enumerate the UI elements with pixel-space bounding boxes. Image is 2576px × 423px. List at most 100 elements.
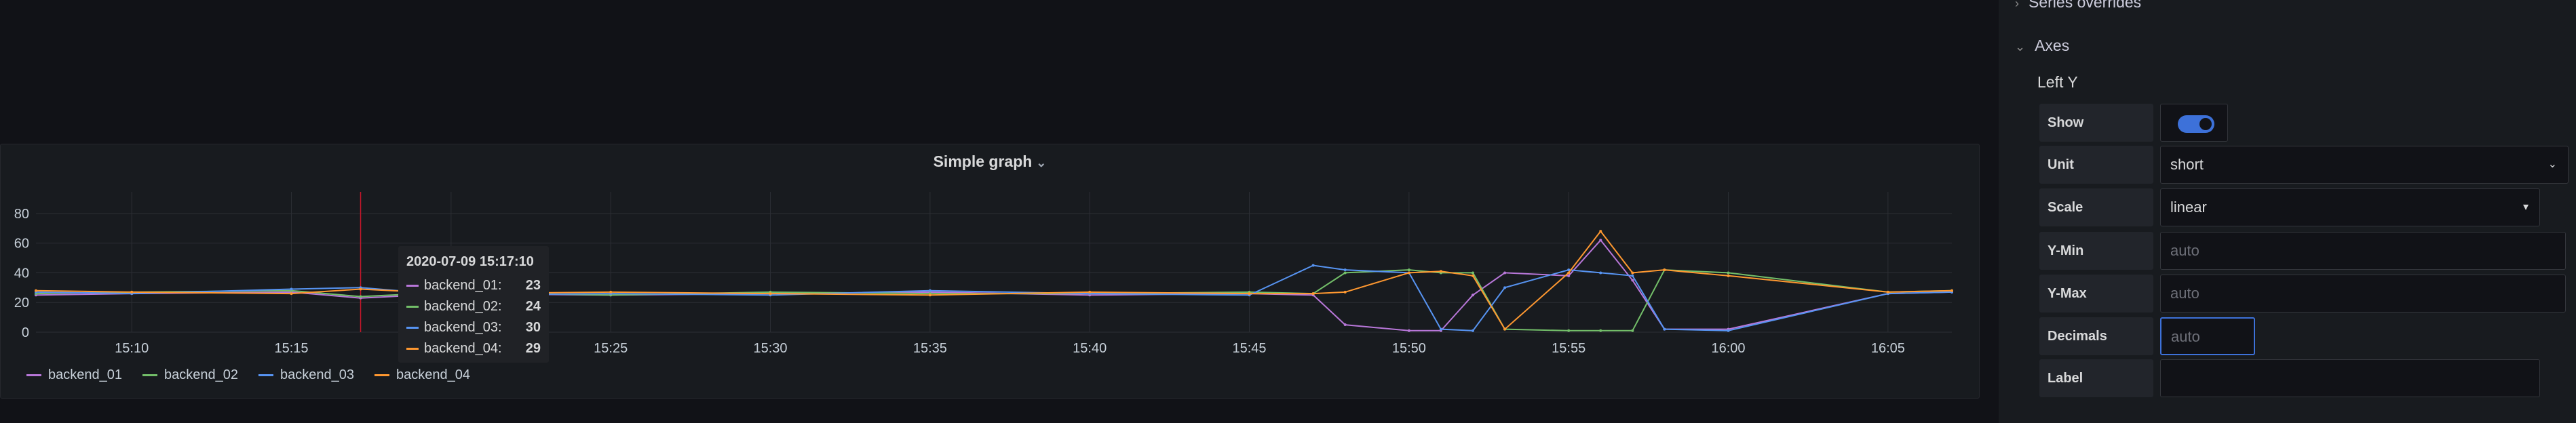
tooltip-time: 2020-07-09 15:17:10 [406,254,534,269]
data-point [1631,274,1634,277]
data-point [1472,329,1474,332]
series-swatch [406,285,419,287]
ymax-input[interactable]: auto [2160,275,2566,313]
show-toggle[interactable] [2178,115,2214,133]
tooltip-row: backend_03: 30 [406,317,541,338]
tooltip-series-value: 29 [525,341,541,356]
legend-item-backend-01[interactable]: backend_01 [26,367,122,383]
panel-title-text[interactable]: Simple graph [934,153,1033,170]
data-point [130,290,134,294]
data-point [928,294,931,297]
x-tick-label: 15:50 [1392,341,1426,356]
graph-legend: backend_01 backend_02 backend_03 backend… [26,367,470,383]
series-swatch [406,348,419,350]
data-point [1439,327,1442,331]
section-title[interactable]: Axes [2035,37,2069,54]
graph-panel: 02040608015:1015:1515:2015:2515:3015:351… [0,144,1980,399]
data-point [1343,290,1347,294]
tooltip-row: backend_02: 24 [406,296,541,317]
legend-label[interactable]: backend_01 [48,367,122,383]
panel-title[interactable]: Simple graph ⌄ [1,153,1979,171]
options-pane: › Series overrides ⌄ Axes Left Y Show Unit… [1999,0,2576,423]
data-point [1599,271,1602,275]
data-point [1311,292,1315,296]
x-tick-label: 15:35 [913,341,947,356]
chevron-down-icon: ⌄ [2548,159,2557,170]
legend-label[interactable]: backend_04 [396,367,470,383]
data-point [1663,327,1666,331]
data-point [290,287,293,291]
data-point [1472,294,1474,297]
label-input[interactable] [2160,359,2540,397]
tooltip-series-name: backend_01: [424,278,502,293]
series-line-backend_04 [35,230,1953,331]
data-point [609,290,613,294]
data-point [290,292,293,296]
legend-item-backend-02[interactable]: backend_02 [142,367,238,383]
scale-label: Scale [2039,188,2153,226]
x-tick-label: 16:05 [1871,341,1905,356]
tooltip-series-value: 23 [525,278,541,293]
x-tick-label: 15:45 [1233,341,1267,356]
data-point [1599,239,1602,242]
chevron-down-icon[interactable]: ⌄ [1036,156,1046,169]
y-tick-label: 0 [22,325,29,340]
unit-select[interactable]: short ⌄ [2160,146,2569,184]
x-tick-label: 15:55 [1552,341,1585,356]
data-point [1439,270,1442,273]
data-point [1407,271,1410,275]
y-tick-label: 60 [14,237,29,251]
x-tick-label: 15:40 [1073,341,1107,356]
data-point [1567,271,1571,275]
data-point [1472,274,1474,277]
legend-item-backend-03[interactable]: backend_03 [258,367,354,383]
legend-label[interactable]: backend_02 [164,367,238,383]
chevron-right-icon[interactable]: › [2015,0,2019,10]
caret-down-icon: ▾ [2522,201,2529,213]
legend-label[interactable]: backend_03 [280,367,354,383]
data-point [1407,329,1410,332]
legend-swatch [374,374,389,376]
tooltip-series-value: 24 [525,299,541,314]
data-point [1599,230,1602,233]
y-tick-label: 20 [14,296,29,310]
data-point [1886,290,1889,294]
axes-section[interactable]: ⌄ Axes [2015,37,2069,55]
data-point [1503,327,1507,331]
data-point [1727,329,1730,332]
data-point [1311,264,1315,267]
toggle-knob [2199,118,2212,130]
data-point [1599,329,1602,332]
data-point [1631,271,1634,275]
data-point [1631,329,1634,332]
ymin-input[interactable]: auto [2160,232,2566,270]
unit-label: Unit [2039,146,2153,184]
scale-select[interactable]: linear ▾ [2160,188,2540,226]
scale-value: linear [2170,199,2207,216]
data-point [1950,289,1953,292]
legend-swatch [142,374,157,376]
series-swatch [406,327,419,329]
legend-item-backend-04[interactable]: backend_04 [374,367,470,383]
chevron-down-icon[interactable]: ⌄ [2015,40,2025,54]
tooltip-series-name: backend_03: [424,320,502,335]
data-point [1663,268,1666,272]
data-point [1727,274,1730,277]
data-point [1631,279,1634,282]
section-title[interactable]: Series overrides [2029,0,2141,11]
data-point [1503,286,1507,289]
data-point [928,289,931,292]
decimals-input[interactable]: auto [2160,317,2255,355]
tooltip-series-name: backend_02: [424,299,502,314]
series-line-backend_03 [35,264,1953,331]
series-overrides-section[interactable]: › Series overrides [2015,0,2141,12]
data-point [769,292,772,296]
data-point [359,295,362,298]
x-tick-label: 15:10 [115,341,149,356]
x-tick-label: 15:15 [275,341,309,356]
data-point [359,287,362,291]
unit-value: short [2170,156,2204,173]
data-point [1727,271,1730,275]
graph-canvas[interactable]: 02040608015:1015:1515:2015:2515:3015:351… [1,144,1979,398]
left-y-heading: Left Y [2037,73,2078,91]
